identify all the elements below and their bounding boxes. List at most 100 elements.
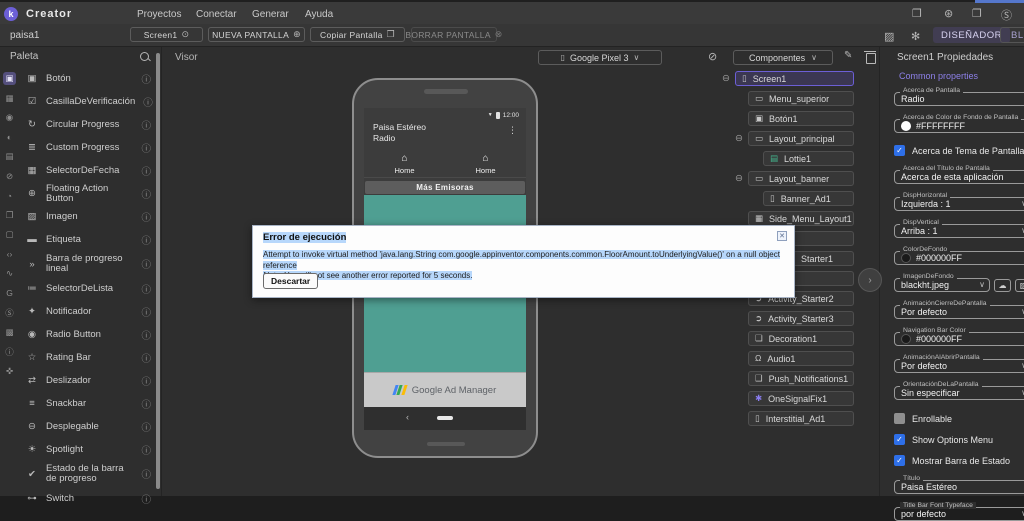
tree-item-screen1[interactable]: ⊖ ▯ Screen1	[735, 71, 854, 86]
tree-item-lottie1[interactable]: ▤ Lottie1	[763, 151, 854, 166]
property-imagendefondo[interactable]: ImagenDeFondo blackht.jpeg∨ ☁ ▨	[894, 278, 1024, 292]
property-titulo[interactable]: Título Paisa Estéreo	[894, 480, 1024, 494]
checkbox-checked-icon[interactable]: ✓	[894, 145, 905, 156]
info-icon[interactable]: ⓘ	[141, 467, 151, 481]
tree-item-push-notifications1[interactable]: ❑ Push_Notifications1	[748, 371, 854, 386]
palette-item-deslizador[interactable]: ⇄Deslizadorⓘ	[19, 369, 151, 392]
palette-category-icon[interactable]: ▩	[3, 326, 16, 339]
image-assets-icon[interactable]: ▨	[884, 30, 894, 43]
palette-item-notificador[interactable]: ✦Notificadorⓘ	[19, 300, 151, 323]
property-enrollable[interactable]: Enrollable	[894, 412, 1024, 425]
palette-item-desplegable[interactable]: ⊖Desplegableⓘ	[19, 415, 151, 438]
property-dispvertical[interactable]: DispVertical Arriba : 1 ∨	[894, 224, 1024, 238]
info-icon[interactable]: ⓘ	[141, 187, 151, 201]
tree-item-interstitial-ad1[interactable]: ▯ Interstitial_Ad1	[748, 411, 854, 426]
trash-icon[interactable]	[866, 53, 876, 64]
checkbox-checked-icon[interactable]: ✓	[894, 434, 905, 445]
new-screen-button[interactable]: NUEVA PANTALLA ⊕	[208, 27, 305, 42]
menu-ayuda[interactable]: Ayuda	[305, 9, 333, 20]
palette-category-icon[interactable]: ‹›	[3, 248, 16, 261]
palette-category-icon[interactable]: ▦	[3, 92, 16, 105]
rename-pencil-icon[interactable]: ✎	[844, 50, 852, 61]
tab-designer[interactable]: DISEÑADOR	[933, 27, 1010, 43]
info-icon[interactable]: ⓘ	[141, 397, 151, 411]
globe-icon[interactable]: ⊛	[944, 7, 953, 20]
close-icon[interactable]: ✕	[777, 231, 787, 241]
delete-screen-button[interactable]: BORRAR PANTALLA ⊗	[411, 27, 497, 42]
palette-item-etiqueta[interactable]: ▬Etiquetaⓘ	[19, 228, 151, 251]
palette-category-icon[interactable]: ▣	[3, 72, 16, 85]
property-tema-pantalla-claro[interactable]: ✓ Acerca de Tema de Pantalla Claro	[894, 144, 1024, 157]
upload-image-button[interactable]: ☁	[994, 279, 1011, 292]
folder-icon[interactable]: ❒	[912, 7, 922, 20]
palette-item-radio-button[interactable]: ◉Radio Buttonⓘ	[19, 323, 151, 346]
screen-selector-button[interactable]: Screen1 ⊙	[130, 27, 203, 42]
property-color-fondo-pantalla[interactable]: Acerca de Color de Fondo de Pantalla #FF…	[894, 119, 1024, 133]
eye-off-icon[interactable]: ⊘	[708, 50, 717, 63]
property-animacion-abrir[interactable]: AnimaciónAlAbrirPantalla Por defecto ∨	[894, 359, 1024, 373]
palette-category-icon[interactable]: ◐	[3, 131, 16, 144]
kebab-menu-icon[interactable]: ⋮	[508, 125, 517, 136]
copy-screen-button[interactable]: Copiar Pantalla ❐	[310, 27, 405, 42]
checkbox-checked-icon[interactable]: ✓	[894, 455, 905, 466]
tree-item-activity-starter3[interactable]: ➲ Activity_Starter3	[748, 311, 854, 326]
property-disphorizontal[interactable]: DispHorizontal Izquierda : 1 ∨	[894, 197, 1024, 211]
property-orientacion-pantalla[interactable]: OrientaciónDeLaPantalla Sin especificar …	[894, 386, 1024, 400]
palette-item-circular-progress[interactable]: ↻Circular Progressⓘ	[19, 113, 151, 136]
info-icon[interactable]: ⓘ	[143, 95, 153, 109]
palette-item-selector-fecha[interactable]: ▦SelectorDeFechaⓘ	[19, 159, 151, 182]
tab-home-1[interactable]: ⌂ Home	[364, 151, 445, 177]
property-show-options-menu[interactable]: ✓ Show Options Menu	[894, 433, 1024, 446]
tab-home-2[interactable]: ⌂ Home	[445, 151, 526, 177]
palette-category-icon[interactable]: ❐	[3, 209, 16, 222]
tree-item-decoration1[interactable]: ❏ Decoration1	[748, 331, 854, 346]
info-icon[interactable]: ⓘ	[141, 210, 151, 224]
palette-category-icon[interactable]: ∿	[3, 267, 16, 280]
info-icon[interactable]: ⓘ	[141, 141, 151, 155]
palette-category-icon[interactable]: ⊘	[3, 170, 16, 183]
collapse-icon[interactable]: ⊖	[735, 173, 743, 184]
info-icon[interactable]: ⓘ	[141, 351, 151, 365]
preview-image-button[interactable]: ▨	[1015, 279, 1024, 292]
info-icon[interactable]: ⓘ	[141, 282, 151, 296]
palette-category-icon[interactable]: ⓘ	[3, 345, 16, 358]
tree-item-audio1[interactable]: Ω Audio1	[748, 351, 854, 366]
device-selector[interactable]: ▯ Google Pixel 3 ∨	[538, 50, 662, 65]
property-navigation-bar-color[interactable]: Navigation Bar Color #000000FF	[894, 332, 1024, 346]
mas-emisoras-button[interactable]: Más Emisoras	[365, 181, 525, 194]
palette-category-icon[interactable]: ▢	[3, 228, 16, 241]
dollar-circle-icon[interactable]: Ⓢ	[1001, 7, 1012, 23]
panel-collapse-handle[interactable]: ›	[858, 268, 882, 292]
palette-item-spotlight[interactable]: ☀Spotlightⓘ	[19, 438, 151, 461]
home-pill[interactable]	[437, 416, 453, 420]
gear-icon[interactable]: ✻	[911, 30, 920, 43]
palette-item-switch[interactable]: ⊶Switchⓘ	[19, 487, 151, 510]
tree-item-side-menu-layout1[interactable]: ▦ Side_Menu_Layout1	[748, 211, 854, 226]
info-icon[interactable]: ⓘ	[141, 233, 151, 247]
property-mostrar-barra-estado[interactable]: ✓ Mostrar Barra de Estado	[894, 454, 1024, 467]
palette-category-icon[interactable]: ✜	[3, 365, 16, 378]
palette-item-boton[interactable]: ▣Botónⓘ	[19, 67, 151, 90]
palette-scrollbar[interactable]	[154, 47, 162, 496]
property-acerca-de-pantalla[interactable]: Acerca de Pantalla Radio	[894, 92, 1024, 106]
palette-category-icon[interactable]: Ⓢ	[3, 306, 16, 319]
info-icon[interactable]: ⓘ	[141, 257, 151, 271]
info-icon[interactable]: ⓘ	[141, 164, 151, 178]
palette-item-snackbar[interactable]: ≡Snackbarⓘ	[19, 392, 151, 415]
menu-generar[interactable]: Generar	[252, 9, 289, 20]
tree-item-layout-banner[interactable]: ⊖ ▭ Layout_banner	[748, 171, 854, 186]
tree-item-onesignalfix1[interactable]: ✱ OneSignalFix1	[748, 391, 854, 406]
background-image-select[interactable]: ImagenDeFondo blackht.jpeg∨	[894, 278, 990, 292]
palette-item-casilla[interactable]: ☑CasillaDeVerificaciónⓘ	[19, 90, 151, 113]
components-dropdown[interactable]: Componentes ∨	[733, 50, 833, 65]
palette-item-fab[interactable]: ⊕Floating Action Buttonⓘ	[19, 182, 151, 205]
info-icon[interactable]: ⓘ	[141, 420, 151, 434]
collapse-icon[interactable]: ⊖	[722, 73, 730, 84]
palette-item-rating-bar[interactable]: ☆Rating Barⓘ	[19, 346, 151, 369]
tree-item-layout-principal[interactable]: ⊖ ▭ Layout_principal	[748, 131, 854, 146]
search-icon[interactable]	[140, 52, 149, 61]
palette-item-custom-progress[interactable]: ≣Custom Progressⓘ	[19, 136, 151, 159]
palette-item-barra-progreso[interactable]: »Barra de progreso linealⓘ	[19, 251, 151, 277]
menu-conectar[interactable]: Conectar	[196, 9, 237, 20]
info-icon[interactable]: ⓘ	[141, 492, 151, 506]
